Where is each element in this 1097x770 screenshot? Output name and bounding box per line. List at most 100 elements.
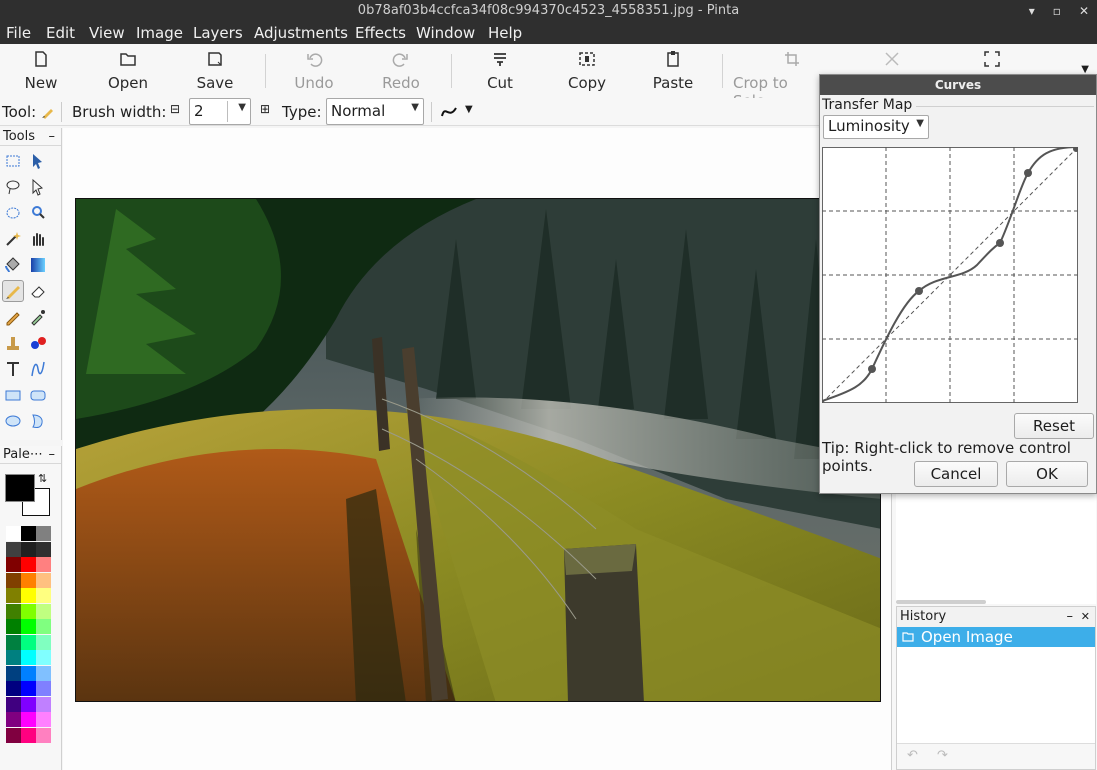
rounded-rectangle-tool[interactable]	[27, 384, 49, 406]
palette-swatch[interactable]	[21, 603, 36, 619]
freeform-shape-tool[interactable]	[27, 410, 49, 432]
palette-swatch[interactable]	[6, 619, 21, 634]
ellipse-select-tool[interactable]	[2, 202, 24, 224]
palette-swatch[interactable]	[6, 681, 21, 696]
palette-swatch[interactable]	[21, 572, 36, 588]
history-item[interactable]: Open Image	[897, 627, 1095, 647]
palette-swatch[interactable]	[6, 634, 21, 650]
redo-button[interactable]: Redo	[366, 48, 436, 92]
minimize-panel-icon[interactable]: –	[49, 128, 56, 146]
recolor-tool[interactable]	[27, 332, 49, 354]
menu-view[interactable]: View	[89, 24, 125, 42]
save-button[interactable]: Save	[180, 48, 250, 92]
palette-swatch[interactable]	[36, 557, 51, 572]
menu-window[interactable]: Window	[416, 24, 475, 42]
palette-swatch[interactable]	[6, 727, 21, 743]
close-window-icon[interactable]: ✕	[1079, 0, 1089, 22]
palette-swatch[interactable]	[6, 696, 21, 712]
layers-scrollbar[interactable]	[896, 600, 986, 604]
move-selected-tool[interactable]	[27, 150, 49, 172]
curves-graph[interactable]	[822, 147, 1078, 403]
undo-button[interactable]: Undo	[279, 48, 349, 92]
palette-swatch[interactable]	[6, 557, 21, 572]
text-tool[interactable]	[2, 358, 24, 380]
ok-button[interactable]: OK	[1006, 461, 1088, 487]
menu-layers[interactable]: Layers	[193, 24, 243, 42]
palette-swatch[interactable]	[21, 650, 36, 665]
copy-button[interactable]: Copy	[552, 48, 622, 92]
fullscreen-button[interactable]	[962, 48, 1022, 74]
brush-type-select[interactable]: Normal ▼	[326, 98, 424, 125]
history-undo-icon[interactable]: ↶	[907, 748, 918, 763]
palette-swatch[interactable]	[36, 634, 51, 650]
magic-wand-tool[interactable]	[2, 228, 24, 250]
palette-swatch[interactable]	[21, 696, 36, 712]
palette-swatch[interactable]	[36, 526, 51, 541]
swap-colors-icon[interactable]: ⇅	[38, 472, 47, 485]
palette-swatch[interactable]	[21, 588, 36, 603]
palette-swatch[interactable]	[6, 526, 21, 541]
palette-swatch[interactable]	[6, 603, 21, 619]
paintbrush-tool[interactable]	[2, 280, 24, 302]
reset-button[interactable]: Reset	[1014, 413, 1094, 439]
palette-swatch[interactable]	[36, 541, 51, 557]
cancel-button[interactable]: Cancel	[914, 461, 998, 487]
color-picker-tool[interactable]	[27, 306, 49, 328]
palette-swatch[interactable]	[6, 650, 21, 665]
maximize-window-icon[interactable]: ▫	[1053, 0, 1061, 22]
palette-swatch[interactable]	[36, 727, 51, 743]
increase-width-icon[interactable]: ⊞	[260, 102, 270, 116]
palette-swatch[interactable]	[36, 650, 51, 665]
rectangle-select-tool[interactable]	[2, 150, 24, 172]
rectangle-tool[interactable]	[2, 384, 24, 406]
palette-swatch[interactable]	[21, 526, 36, 541]
menu-edit[interactable]: Edit	[46, 24, 75, 42]
palette-swatch[interactable]	[21, 712, 36, 727]
cut-button[interactable]: Cut	[465, 48, 535, 92]
antialiasing-icon[interactable]	[440, 104, 458, 120]
menu-file[interactable]: File	[6, 24, 31, 42]
palette-swatch[interactable]	[21, 541, 36, 557]
pencil-tool[interactable]	[2, 306, 24, 328]
history-redo-icon[interactable]: ↷	[937, 748, 948, 763]
palette-swatch[interactable]	[6, 541, 21, 557]
pan-tool[interactable]	[27, 228, 49, 250]
palette-swatch[interactable]	[6, 588, 21, 603]
clone-stamp-tool[interactable]	[2, 332, 24, 354]
decrease-width-icon[interactable]: ⊟	[170, 102, 180, 116]
menu-image[interactable]: Image	[136, 24, 183, 42]
zoom-tool[interactable]	[27, 202, 49, 224]
minimize-panel-icon[interactable]: –	[1067, 607, 1074, 627]
palette-swatch[interactable]	[6, 665, 21, 681]
antialiasing-dropdown-icon[interactable]: ▼	[465, 104, 473, 115]
menu-help[interactable]: Help	[488, 24, 522, 42]
menu-effects[interactable]: Effects	[355, 24, 406, 42]
minimize-panel-icon[interactable]: –	[49, 446, 56, 464]
lasso-select-tool[interactable]	[2, 176, 24, 198]
palette-swatch[interactable]	[36, 665, 51, 681]
deselect-button[interactable]	[862, 48, 922, 74]
transfer-map-select[interactable]: Luminosity ▼	[823, 115, 929, 139]
image-canvas[interactable]	[75, 198, 881, 702]
paint-bucket-tool[interactable]	[2, 254, 24, 276]
palette-swatch[interactable]	[36, 572, 51, 588]
ellipse-tool[interactable]	[2, 410, 24, 432]
canvas-area[interactable]	[63, 128, 891, 770]
palette-swatch[interactable]	[36, 712, 51, 727]
minimize-window-icon[interactable]: ▾	[1029, 0, 1035, 22]
close-panel-icon[interactable]: ✕	[1081, 607, 1090, 627]
primary-color-swatch[interactable]	[5, 474, 35, 502]
palette-swatch[interactable]	[21, 634, 36, 650]
open-button[interactable]: Open	[93, 48, 163, 92]
palette-swatch[interactable]	[36, 588, 51, 603]
line-curve-tool[interactable]	[27, 358, 49, 380]
palette-swatch[interactable]	[36, 681, 51, 696]
move-selection-tool[interactable]	[27, 176, 49, 198]
palette-swatch[interactable]	[21, 557, 36, 572]
palette-swatch[interactable]	[36, 603, 51, 619]
palette-swatch[interactable]	[21, 619, 36, 634]
new-button[interactable]: New	[6, 48, 76, 92]
paste-button[interactable]: Paste	[638, 48, 708, 92]
palette-swatch[interactable]	[36, 696, 51, 712]
palette-swatch[interactable]	[21, 665, 36, 681]
